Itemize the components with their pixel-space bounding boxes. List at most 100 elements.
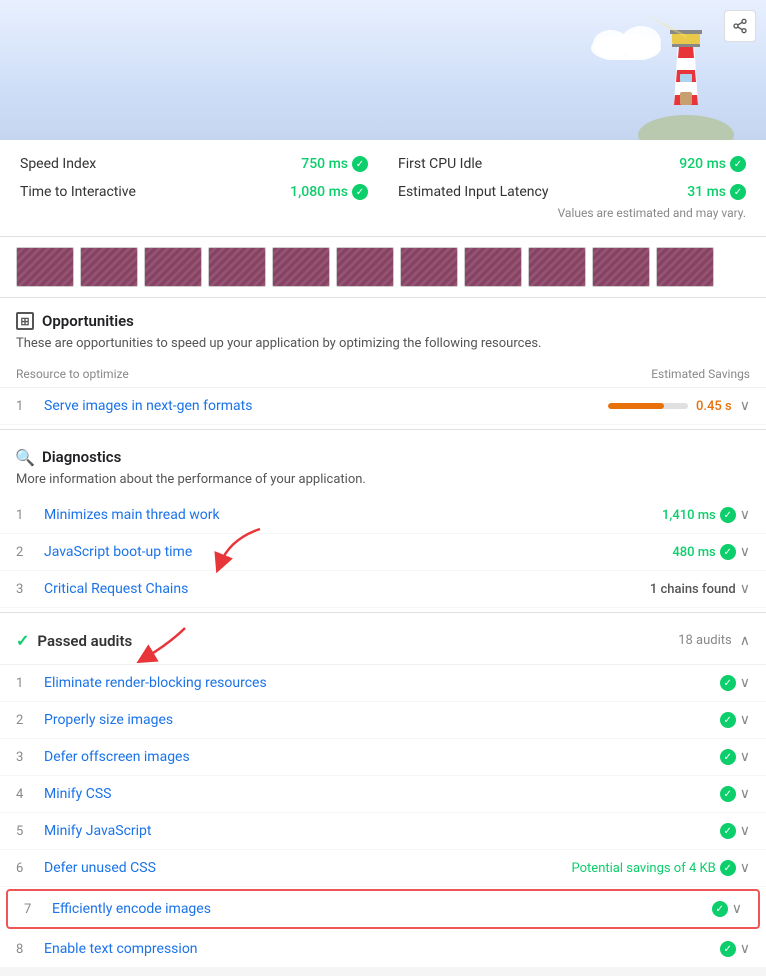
passed-label-3[interactable]: Defer offscreen images [44, 749, 708, 765]
savings-container-1: 0.45 s ∨ [608, 398, 750, 414]
tti-label: Time to Interactive [20, 184, 136, 200]
passed-label-6[interactable]: Defer unused CSS [44, 860, 560, 876]
passed-item-1: 1 Eliminate render-blocking resources ✓ … [0, 665, 766, 702]
passed-item-2: 2 Properly size images ✓ ∨ [0, 702, 766, 739]
passed-num-2: 2 [16, 713, 32, 728]
metric-first-cpu-idle: First CPU Idle 920 ms ✓ [398, 156, 746, 172]
opportunities-icon: ⊞ [16, 312, 34, 330]
passed-item-4: 4 Minify CSS ✓ ∨ [0, 776, 766, 813]
diag-chevron-1[interactable]: ∨ [740, 507, 750, 523]
opp-label-1[interactable]: Serve images in next-gen formats [44, 398, 596, 414]
section-divider-2 [0, 612, 766, 613]
passed-check-3: ✓ [720, 749, 736, 765]
audits-count: 18 audits [678, 633, 732, 648]
passed-check-icon: ✓ [16, 631, 29, 650]
opportunity-item-1: 1 Serve images in next-gen formats 0.45 … [0, 388, 766, 425]
passed-label-2[interactable]: Properly size images [44, 712, 708, 728]
diag-chevron-3[interactable]: ∨ [740, 581, 750, 597]
passed-meta-5: ✓ ∨ [720, 823, 750, 839]
passed-chevron-1[interactable]: ∨ [740, 675, 750, 691]
passed-chevron-6[interactable]: ∨ [740, 860, 750, 876]
savings-bar-fill-1 [608, 403, 664, 409]
diagnostics-header: 🔍 Diagnostics [0, 434, 766, 470]
passed-check-2: ✓ [720, 712, 736, 728]
diagnostics-icon: 🔍 [16, 448, 34, 466]
input-latency-check: ✓ [730, 184, 746, 200]
filmstrip-frame-2 [80, 247, 138, 287]
opp-chevron-1[interactable]: ∨ [740, 398, 750, 414]
passed-item-7: 7 Efficiently encode images ✓ ∨ [8, 891, 758, 927]
passed-meta-3: ✓ ∨ [720, 749, 750, 765]
diag-num-1: 1 [16, 508, 32, 523]
diag-check-1: ✓ [720, 507, 736, 523]
opportunities-header: ⊞ Opportunities [0, 298, 766, 334]
diag-meta-2: 480 ms ✓ ∨ [672, 544, 750, 560]
metric-tti: Time to Interactive 1,080 ms ✓ [20, 184, 368, 200]
opportunities-section: ⊞ Opportunities These are opportunities … [0, 298, 766, 425]
diag-value-3: 1 chains found [650, 582, 736, 597]
speed-index-check: ✓ [352, 156, 368, 172]
diagnostics-desc: More information about the performance o… [0, 470, 766, 497]
passed-chevron-7[interactable]: ∨ [732, 901, 742, 917]
passed-label-8[interactable]: Enable text compression [44, 941, 708, 957]
first-cpu-idle-label: First CPU Idle [398, 156, 482, 172]
diagnostics-section: 🔍 Diagnostics More information about the… [0, 434, 766, 608]
diag-chevron-2[interactable]: ∨ [740, 544, 750, 560]
passed-label-7[interactable]: Efficiently encode images [52, 901, 700, 917]
passed-meta-2: ✓ ∨ [720, 712, 750, 728]
passed-label-5[interactable]: Minify JavaScript [44, 823, 708, 839]
passed-chevron-5[interactable]: ∨ [740, 823, 750, 839]
metrics-section: Speed Index 750 ms ✓ First CPU Idle 920 … [0, 140, 766, 237]
passed-check-6: ✓ [720, 860, 736, 876]
opportunities-desc: These are opportunities to speed up your… [0, 334, 766, 361]
passed-audits-header[interactable]: ✓ Passed audits 18 audits ∧ [0, 617, 766, 665]
passed-check-5: ✓ [720, 823, 736, 839]
diag-item-1: 1 Minimizes main thread work 1,410 ms ✓ … [0, 497, 766, 534]
passed-chevron[interactable]: ∧ [740, 633, 750, 649]
first-cpu-idle-value: 920 ms ✓ [679, 156, 746, 172]
diag-num-2: 2 [16, 545, 32, 560]
passed-label-1[interactable]: Eliminate render-blocking resources [44, 675, 708, 691]
passed-chevron-2[interactable]: ∨ [740, 712, 750, 728]
tti-value: 1,080 ms ✓ [290, 184, 368, 200]
opportunities-table-header: Resource to optimize Estimated Savings [0, 361, 766, 388]
speed-index-value: 750 ms ✓ [301, 156, 368, 172]
input-latency-label: Estimated Input Latency [398, 184, 548, 200]
passed-meta-7: ✓ ∨ [712, 901, 742, 917]
passed-item-5: 5 Minify JavaScript ✓ ∨ [0, 813, 766, 850]
savings-bar-1 [608, 403, 688, 409]
filmstrip-frame-8 [464, 247, 522, 287]
filmstrip-frame-11 [656, 247, 714, 287]
filmstrip-frame-7 [400, 247, 458, 287]
passed-check-1: ✓ [720, 675, 736, 691]
passed-item-3: 3 Defer offscreen images ✓ ∨ [0, 739, 766, 776]
filmstrip-frame-10 [592, 247, 650, 287]
passed-label-4[interactable]: Minify CSS [44, 786, 708, 802]
passed-chevron-8[interactable]: ∨ [740, 941, 750, 957]
diag-num-3: 3 [16, 582, 32, 597]
filmstrip [0, 237, 766, 298]
passed-meta-1: ✓ ∨ [720, 675, 750, 691]
diag-label-3[interactable]: Critical Request Chains [44, 581, 638, 597]
passed-item-7-wrapper: 7 Efficiently encode images ✓ ∨ [6, 889, 760, 929]
diag-label-2[interactable]: JavaScript boot-up time [44, 544, 660, 560]
lighthouse-illustration [636, 10, 736, 140]
values-note: Values are estimated and may vary. [20, 200, 746, 220]
diag-value-1: 1,410 ms [662, 508, 716, 523]
passed-check-7: ✓ [712, 901, 728, 917]
speed-index-label: Speed Index [20, 156, 96, 172]
passed-chevron-4[interactable]: ∨ [740, 786, 750, 802]
passed-item-6: 6 Defer unused CSS Potential savings of … [0, 850, 766, 887]
passed-check-8: ✓ [720, 941, 736, 957]
diag-item-2: 2 JavaScript boot-up time 480 ms ✓ ∨ [0, 534, 766, 571]
passed-meta-8: ✓ ∨ [720, 941, 750, 957]
passed-chevron-3[interactable]: ∨ [740, 749, 750, 765]
diag-label-1[interactable]: Minimizes main thread work [44, 507, 650, 523]
passed-title: Passed audits [37, 632, 670, 650]
opportunities-title: Opportunities [42, 312, 134, 330]
share-button[interactable] [724, 10, 756, 42]
diag-value-2: 480 ms [672, 545, 715, 560]
filmstrip-frame-6 [336, 247, 394, 287]
filmstrip-frame-1 [16, 247, 74, 287]
potential-savings-6: Potential savings of 4 KB [572, 861, 716, 876]
